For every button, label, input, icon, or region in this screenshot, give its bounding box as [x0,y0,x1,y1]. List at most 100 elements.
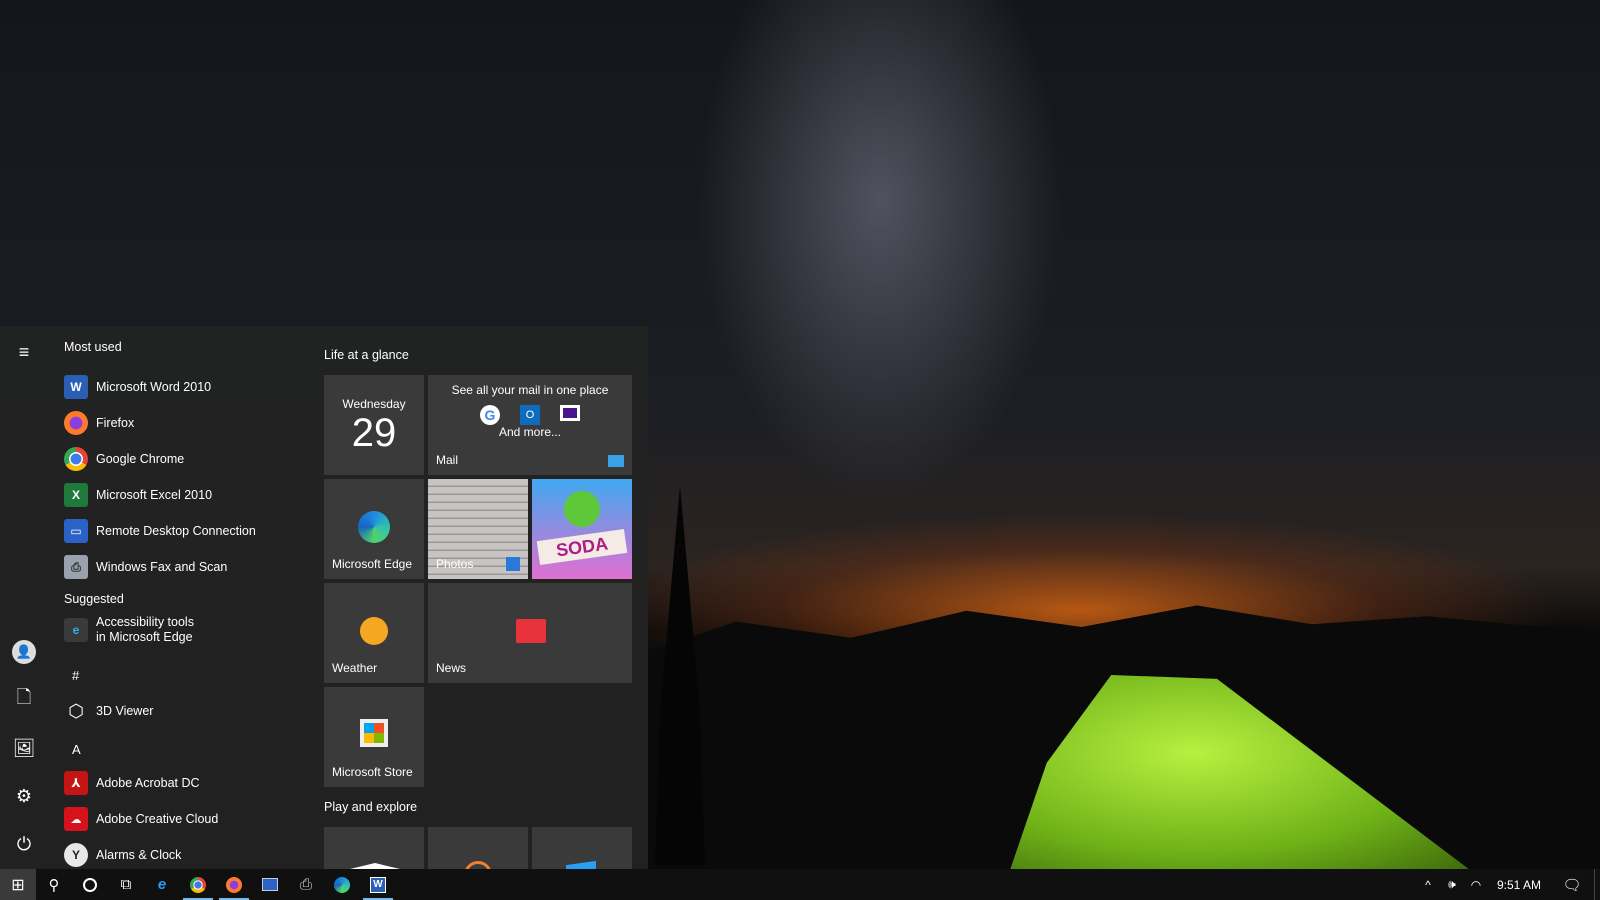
settings-gear-icon[interactable]: ⚙ [12,784,36,808]
mail-headline: See all your mail in one place [451,383,609,397]
app-label: Adobe Acrobat DC [96,776,200,790]
action-center-notifications-icon[interactable]: 🗨 [1550,876,1594,894]
user-account-icon[interactable]: 👤 [12,640,36,664]
app-label: 3D Viewer [96,704,154,718]
word-icon: W [64,375,88,399]
app-item-3d-viewer[interactable]: ⬡ 3D Viewer [64,694,304,728]
edge-tile[interactable]: Microsoft Edge [324,479,424,579]
yahoo-mail-icon [560,405,580,421]
app-item-creative-cloud[interactable]: ☁ Adobe Creative Cloud [64,802,304,836]
taskbar-remote-desktop[interactable] [252,869,288,900]
fax-icon: ⎙ [64,555,88,579]
taskbar-chrome[interactable] [180,869,216,900]
start-button[interactable]: ⊞ [0,869,36,900]
start-rail: ≡ 👤 🗋 🖼 ⚙ ⏻ [0,326,48,869]
cortana-circle-icon [83,877,97,892]
internet-explorer-icon: e [157,876,167,893]
app-item-accessibility-edge[interactable]: e Accessibility tools in Microsoft Edge [64,610,304,650]
app-item-fax-scan[interactable]: ⎙ Windows Fax and Scan [64,550,304,584]
taskbar: ⊞ ⚲ ⧉ e ⎙ W ^ 🕪 ◠ 9:51 AM 🗨 [0,869,1600,900]
weather-sun-icon [360,617,388,645]
show-desktop-button[interactable] [1594,869,1600,900]
taskbar-edge[interactable] [324,869,360,900]
documents-icon[interactable]: 🗋 [12,687,36,712]
app-label: Accessibility tools in Microsoft Edge [96,615,194,645]
app-item-chrome[interactable]: Google Chrome [64,442,304,476]
outlook-icon: O [520,405,540,425]
volume-icon[interactable]: 🕪 [1440,877,1464,892]
play-tile-2[interactable] [428,827,528,869]
cortana-button[interactable] [72,869,108,900]
power-icon[interactable]: ⏻ [12,832,36,856]
edge-icon: e [64,618,88,642]
cube-icon: ⬡ [68,700,84,721]
app-item-remote-desktop[interactable]: ▭ Remote Desktop Connection [64,514,304,548]
edge-icon [334,876,350,893]
pictures-icon[interactable]: 🖼 [12,736,36,760]
acrobat-icon: ⅄ [64,771,88,795]
app-label: Microsoft Word 2010 [96,380,212,394]
news-icon [516,619,546,643]
app-label: Google Chrome [96,452,185,466]
hamburger-menu-icon[interactable]: ≡ [12,340,36,364]
app-label: Windows Fax and Scan [96,560,228,574]
play-and-explore-header: Play and explore [324,800,418,814]
taskbar-firefox[interactable] [216,869,252,900]
tile-icon [464,861,492,869]
app-label: Microsoft Excel 2010 [96,488,213,502]
wifi-network-icon[interactable]: ◠ [1464,878,1488,892]
suggested-header: Suggested [64,592,124,606]
clock-time[interactable]: 9:51 AM [1488,878,1550,892]
mail-tile[interactable]: See all your mail in one place G O And m… [428,375,632,475]
candy-crush-soda-tile[interactable]: SODA [532,479,632,579]
clock-icon: Y [64,843,88,867]
app-label: Firefox [96,416,135,430]
excel-icon: X [64,483,88,507]
windows-logo-icon: ⊞ [11,876,25,894]
play-tile-1[interactable] [324,827,424,869]
google-icon: G [480,405,500,425]
search-button[interactable]: ⚲ [36,869,72,900]
tile-label: Microsoft Edge [332,557,413,571]
system-tray: ^ 🕪 ◠ 9:51 AM 🗨 [1416,869,1600,900]
app-item-acrobat[interactable]: ⅄ Adobe Acrobat DC [64,766,304,800]
store-icon [360,719,388,747]
taskbar-internet-explorer[interactable]: e [144,869,180,900]
weather-tile[interactable]: Weather [324,583,424,683]
letter-header-a[interactable]: A [72,742,81,757]
microsoft-store-tile[interactable]: Microsoft Store [324,687,424,787]
show-hidden-icons-chevron-icon[interactable]: ^ [1416,878,1440,892]
play-tile-3[interactable] [532,827,632,869]
chrome-icon [64,447,88,471]
taskbar-fax-scan[interactable]: ⎙ [288,869,324,900]
app-label: Adobe Creative Cloud [96,812,219,826]
taskbar-word[interactable]: W [360,869,396,900]
firefox-icon [64,411,88,435]
app-item-firefox[interactable]: Firefox [64,406,304,440]
tile-label: Photos [436,557,474,571]
task-view-icon: ⧉ [120,876,132,893]
news-tile[interactable]: News [428,583,632,683]
start-menu: ≡ 👤 🗋 🖼 ⚙ ⏻ Most used W Microsoft Word 20… [0,326,648,869]
mail-icon [608,455,624,467]
remote-desktop-icon [262,878,278,891]
word-icon: W [370,876,386,893]
photos-tile[interactable]: Photos [428,479,528,579]
tile-label: News [436,661,467,675]
printer-icon: ⎙ [299,876,312,893]
tile-label: Weather [332,661,378,675]
chrome-icon [190,876,206,893]
mail-more: And more... [498,425,562,439]
task-view-button[interactable]: ⧉ [108,869,144,900]
label-line-2: in Microsoft Edge [96,630,193,644]
tile-icon [566,860,596,869]
app-item-word[interactable]: W Microsoft Word 2010 [64,370,304,404]
remote-desktop-icon: ▭ [64,519,88,543]
label-line-1: Accessibility tools [96,615,194,629]
app-item-alarms-clock[interactable]: Y Alarms & Clock [64,838,304,872]
edge-icon [358,511,390,543]
letter-header-hash[interactable]: # [72,668,79,683]
app-item-excel[interactable]: X Microsoft Excel 2010 [64,478,304,512]
search-icon: ⚲ [48,876,60,894]
calendar-tile[interactable]: Wednesday 29 [324,375,424,475]
